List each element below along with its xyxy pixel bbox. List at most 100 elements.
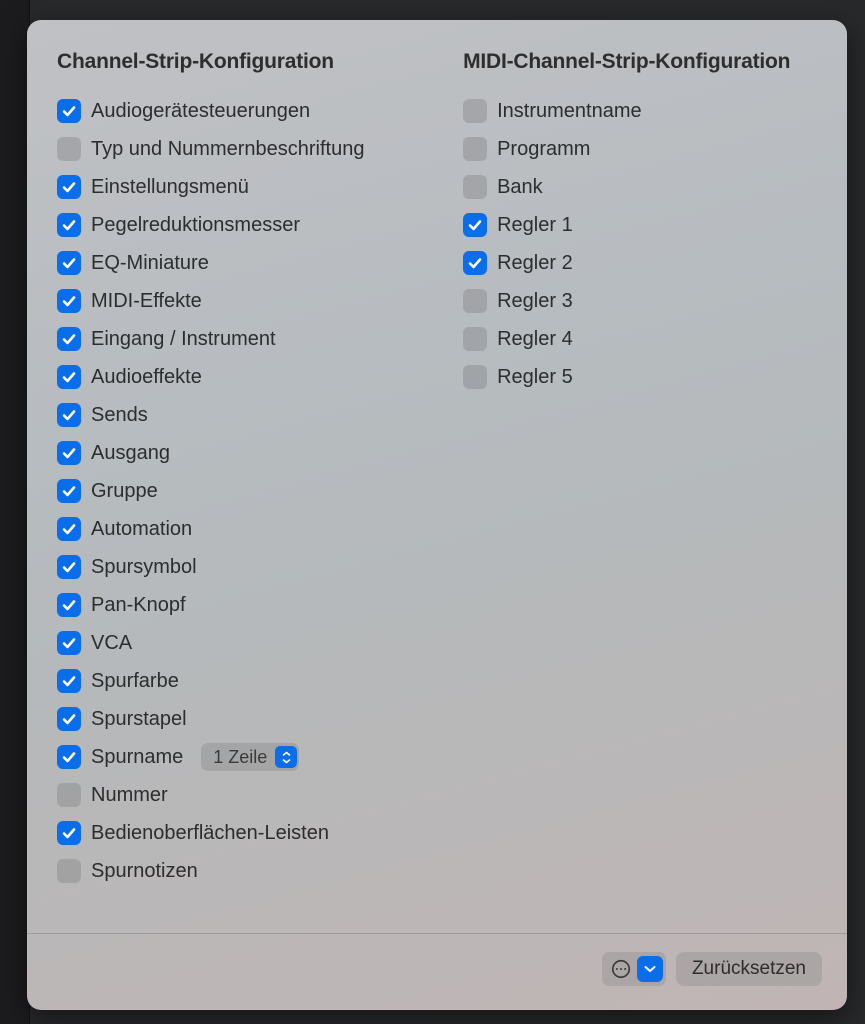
left-label: Typ und Nummernbeschriftung [91, 138, 364, 161]
right-option-row: Programm [463, 130, 822, 168]
left-option-row: Eingang / Instrument [57, 320, 423, 358]
left-option-row: Einstellungsmenü [57, 168, 423, 206]
left-option-row: Spurname 1 Zeile [57, 738, 423, 776]
left-option-row: Pegelreduktionsmesser [57, 206, 423, 244]
left-option-row: Bedienoberflächen-Leisten [57, 814, 423, 852]
left-checkbox-6[interactable] [57, 327, 81, 351]
up-down-arrows-icon [275, 746, 297, 768]
left-option-row: Sends [57, 396, 423, 434]
left-label: MIDI-Effekte [91, 290, 202, 313]
left-label: Spursymbol [91, 556, 197, 579]
left-column: Channel-Strip-Konfiguration Audiogerätes… [57, 50, 423, 913]
right-options-list: Instrumentname Programm Bank Regler 1 Regler… [463, 92, 822, 396]
left-option-row: Audioeffekte [57, 358, 423, 396]
left-label: EQ-Miniature [91, 252, 209, 275]
left-checkbox-20[interactable] [57, 859, 81, 883]
left-option-row: Pan-Knopf [57, 586, 423, 624]
left-options-list: Audiogerätesteuerungen Typ und Nummernbes… [57, 92, 423, 890]
right-checkbox-7[interactable] [463, 365, 487, 389]
left-checkbox-3[interactable] [57, 213, 81, 237]
right-checkbox-6[interactable] [463, 327, 487, 351]
right-option-row: Instrumentname [463, 92, 822, 130]
left-label: Sends [91, 404, 148, 427]
more-options-group[interactable] [602, 952, 666, 986]
left-label: Audioeffekte [91, 366, 202, 389]
left-label: Bedienoberflächen-Leisten [91, 822, 329, 845]
left-checkbox-19[interactable] [57, 821, 81, 845]
left-label: Eingang / Instrument [91, 328, 276, 351]
left-label: Spurstapel [91, 708, 187, 731]
left-option-row: Spurnotizen [57, 852, 423, 890]
right-checkbox-4[interactable] [463, 251, 487, 275]
left-option-row: Spurstapel [57, 700, 423, 738]
dropdown-label: 1 Zeile [213, 747, 267, 768]
right-checkbox-1[interactable] [463, 137, 487, 161]
left-checkbox-4[interactable] [57, 251, 81, 275]
left-checkbox-14[interactable] [57, 631, 81, 655]
left-checkbox-12[interactable] [57, 555, 81, 579]
left-label: Spurname [91, 746, 183, 769]
right-label: Instrumentname [497, 100, 642, 123]
left-option-row: MIDI-Effekte [57, 282, 423, 320]
right-option-row: Regler 3 [463, 282, 822, 320]
right-checkbox-2[interactable] [463, 175, 487, 199]
left-label: Spurfarbe [91, 670, 179, 693]
left-checkbox-17[interactable] [57, 745, 81, 769]
right-option-row: Regler 5 [463, 358, 822, 396]
right-checkbox-3[interactable] [463, 213, 487, 237]
left-checkbox-9[interactable] [57, 441, 81, 465]
left-checkbox-2[interactable] [57, 175, 81, 199]
right-header: MIDI-Channel-Strip-Konfiguration [463, 50, 822, 74]
left-checkbox-16[interactable] [57, 707, 81, 731]
left-option-row: Gruppe [57, 472, 423, 510]
left-label: VCA [91, 632, 132, 655]
right-option-row: Bank [463, 168, 822, 206]
backdrop-left-panel [0, 0, 30, 1024]
right-checkbox-0[interactable] [463, 99, 487, 123]
left-option-row: Nummer [57, 776, 423, 814]
left-checkbox-1[interactable] [57, 137, 81, 161]
left-header: Channel-Strip-Konfiguration [57, 50, 423, 74]
left-checkbox-0[interactable] [57, 99, 81, 123]
left-dropdown-17[interactable]: 1 Zeile [201, 743, 299, 771]
dialog-body: Channel-Strip-Konfiguration Audiogerätes… [27, 20, 847, 933]
left-label: Gruppe [91, 480, 158, 503]
right-label: Regler 3 [497, 290, 573, 313]
right-checkbox-5[interactable] [463, 289, 487, 313]
left-label: Ausgang [91, 442, 170, 465]
left-option-row: VCA [57, 624, 423, 662]
reset-button[interactable]: Zurücksetzen [676, 952, 822, 986]
left-label: Einstellungsmenü [91, 176, 249, 199]
left-label: Pan-Knopf [91, 594, 186, 617]
left-option-row: EQ-Miniature [57, 244, 423, 282]
left-checkbox-13[interactable] [57, 593, 81, 617]
left-checkbox-15[interactable] [57, 669, 81, 693]
right-option-row: Regler 4 [463, 320, 822, 358]
left-option-row: Spursymbol [57, 548, 423, 586]
left-option-row: Ausgang [57, 434, 423, 472]
right-label: Programm [497, 138, 590, 161]
left-label: Nummer [91, 784, 168, 807]
left-option-row: Automation [57, 510, 423, 548]
right-label: Regler 1 [497, 214, 573, 237]
left-label: Audiogerätesteuerungen [91, 100, 310, 123]
left-checkbox-18[interactable] [57, 783, 81, 807]
left-checkbox-10[interactable] [57, 479, 81, 503]
left-checkbox-11[interactable] [57, 517, 81, 541]
left-option-row: Typ und Nummernbeschriftung [57, 130, 423, 168]
right-option-row: Regler 2 [463, 244, 822, 282]
chevron-down-icon [637, 956, 663, 982]
left-option-row: Audiogerätesteuerungen [57, 92, 423, 130]
left-checkbox-8[interactable] [57, 403, 81, 427]
right-label: Regler 5 [497, 366, 573, 389]
left-checkbox-5[interactable] [57, 289, 81, 313]
right-column: MIDI-Channel-Strip-Konfiguration Instrum… [463, 50, 822, 913]
right-label: Regler 4 [497, 328, 573, 351]
right-label: Bank [497, 176, 543, 199]
left-label: Pegelreduktionsmesser [91, 214, 300, 237]
right-option-row: Regler 1 [463, 206, 822, 244]
left-checkbox-7[interactable] [57, 365, 81, 389]
left-label: Spurnotizen [91, 860, 198, 883]
ellipsis-icon [608, 956, 634, 982]
left-label: Automation [91, 518, 192, 541]
